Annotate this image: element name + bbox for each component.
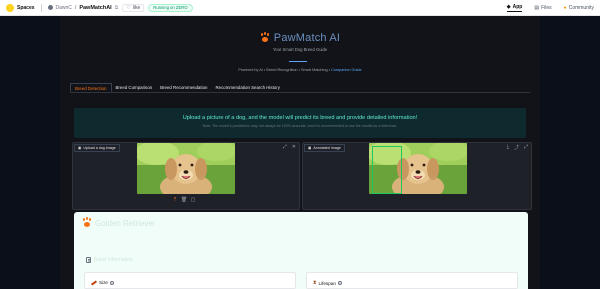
hourglass-icon: ⧗ xyxy=(313,280,317,286)
info-icon[interactable]: i xyxy=(109,280,114,285)
tab-files[interactable]: ▤ Files xyxy=(534,5,551,11)
banner-note-text: Note: The model's predictions may not al… xyxy=(202,124,398,128)
tab-breed-detection[interactable]: Breed Detection xyxy=(70,83,112,92)
space-breadcrumb: DawnC / PawMatchAI ⧉ xyxy=(47,5,119,11)
main-tabs: Breed Detection Breed Comparison Breed R… xyxy=(70,83,530,93)
tab-breed-comparison[interactable]: Breed Comparison xyxy=(112,83,157,92)
document-icon xyxy=(86,257,91,263)
hf-logo-icon xyxy=(6,3,14,12)
banner-main-text: Upload a picture of a dog, and the model… xyxy=(182,115,418,121)
copy-icon[interactable]: ⧉ xyxy=(115,5,119,11)
annotated-panel-label: ▣ Annotated Image xyxy=(304,144,345,152)
community-icon: ● xyxy=(563,4,567,11)
hf-top-bar: Spaces DawnC / PawMatchAI ⧉ ♡ like Runni… xyxy=(0,0,600,16)
image-icon: ▣ xyxy=(78,146,82,150)
lifespan-label: Lifespan xyxy=(318,280,336,286)
size-card: Size i xyxy=(84,272,296,289)
divider xyxy=(40,3,42,12)
upload-panel-tools: ⤢ ✕ xyxy=(283,144,296,150)
ruler-icon xyxy=(90,279,98,286)
powered-by: Powered by AI • Breed Recognition • Smar… xyxy=(238,68,362,72)
image-actions: ⤒ 🗑 ▢ xyxy=(172,197,196,203)
tab-app[interactable]: ◆ App xyxy=(506,3,523,12)
fullscreen-icon[interactable]: ⤢ xyxy=(524,144,528,151)
size-label: Size xyxy=(99,280,108,285)
page-title: PawMatch AI xyxy=(273,32,341,44)
owner-avatar-icon xyxy=(47,5,53,10)
result-header: Golden Retriever xyxy=(82,218,155,228)
info-icon[interactable]: i xyxy=(337,281,342,285)
image-icon: ▣ xyxy=(308,146,312,150)
app-icon: ◆ xyxy=(506,3,511,10)
upload-panel-label: ▣ Upload a dog image xyxy=(74,144,120,152)
spaces-label: Spaces xyxy=(17,4,35,11)
tab-community[interactable]: ● Community xyxy=(564,5,594,11)
fullscreen-icon[interactable]: ⤢ xyxy=(283,144,287,150)
spaces-logo[interactable]: Spaces xyxy=(6,3,35,12)
title-row: PawMatch AI xyxy=(60,32,540,44)
info-banner: Upload a picture of a dog, and the model… xyxy=(74,108,526,138)
basic-info-section: Basic Information xyxy=(86,257,133,263)
trash-icon[interactable]: 🗑 xyxy=(181,197,187,203)
upload-icon[interactable]: ⤒ xyxy=(172,197,178,203)
share-icon[interactable]: ⤴ xyxy=(514,144,519,151)
annotated-panel-tools: ⤓ ⤴ ⤢ xyxy=(507,144,528,151)
annotated-image-panel: ▣ Annotated Image ⤓ ⤴ ⤢ xyxy=(302,142,532,210)
tab-recommendation-history[interactable]: Recommendation Search History xyxy=(211,83,283,92)
files-icon: ▤ xyxy=(534,4,540,11)
like-label: like xyxy=(132,4,141,11)
like-button[interactable]: ♡ like xyxy=(122,3,145,12)
paw-icon xyxy=(260,33,270,43)
space-name[interactable]: PawMatchAI xyxy=(79,5,111,11)
lifespan-card: ⧗ Lifespan i xyxy=(306,272,518,289)
detection-bounding-box xyxy=(372,146,402,194)
paw-icon xyxy=(82,218,92,228)
page-subtitle: Your Smart Dog Breed Guide xyxy=(272,47,328,52)
download-icon[interactable]: ⤓ xyxy=(507,144,509,151)
upload-image-panel[interactable]: ▣ Upload a dog image ⤢ ✕ ⤒ 🗑 ▢ xyxy=(72,142,300,210)
tab-breed-recommendation[interactable]: Breed Recommendation xyxy=(156,83,211,92)
breed-results: Golden Retriever Basic Information Size … xyxy=(74,212,528,289)
clipboard-icon[interactable]: ▢ xyxy=(190,197,196,203)
app-header: PawMatch AI Your Smart Dog Breed Guide P… xyxy=(60,16,540,78)
section-label: Basic Information xyxy=(94,257,133,263)
space-owner[interactable]: DawnC xyxy=(56,5,72,11)
close-icon[interactable]: ✕ xyxy=(292,144,296,150)
status-badge: Running on ZERO xyxy=(148,3,193,12)
breed-name: Golden Retriever xyxy=(95,218,156,228)
gradio-app: PawMatch AI Your Smart Dog Breed Guide P… xyxy=(60,16,540,289)
title-divider xyxy=(289,61,307,62)
hf-nav: ◆ App ▤ Files ● Community xyxy=(506,3,594,12)
annotated-dog-image xyxy=(369,143,467,194)
heart-icon: ♡ xyxy=(126,4,131,11)
uploaded-dog-image xyxy=(137,143,235,194)
